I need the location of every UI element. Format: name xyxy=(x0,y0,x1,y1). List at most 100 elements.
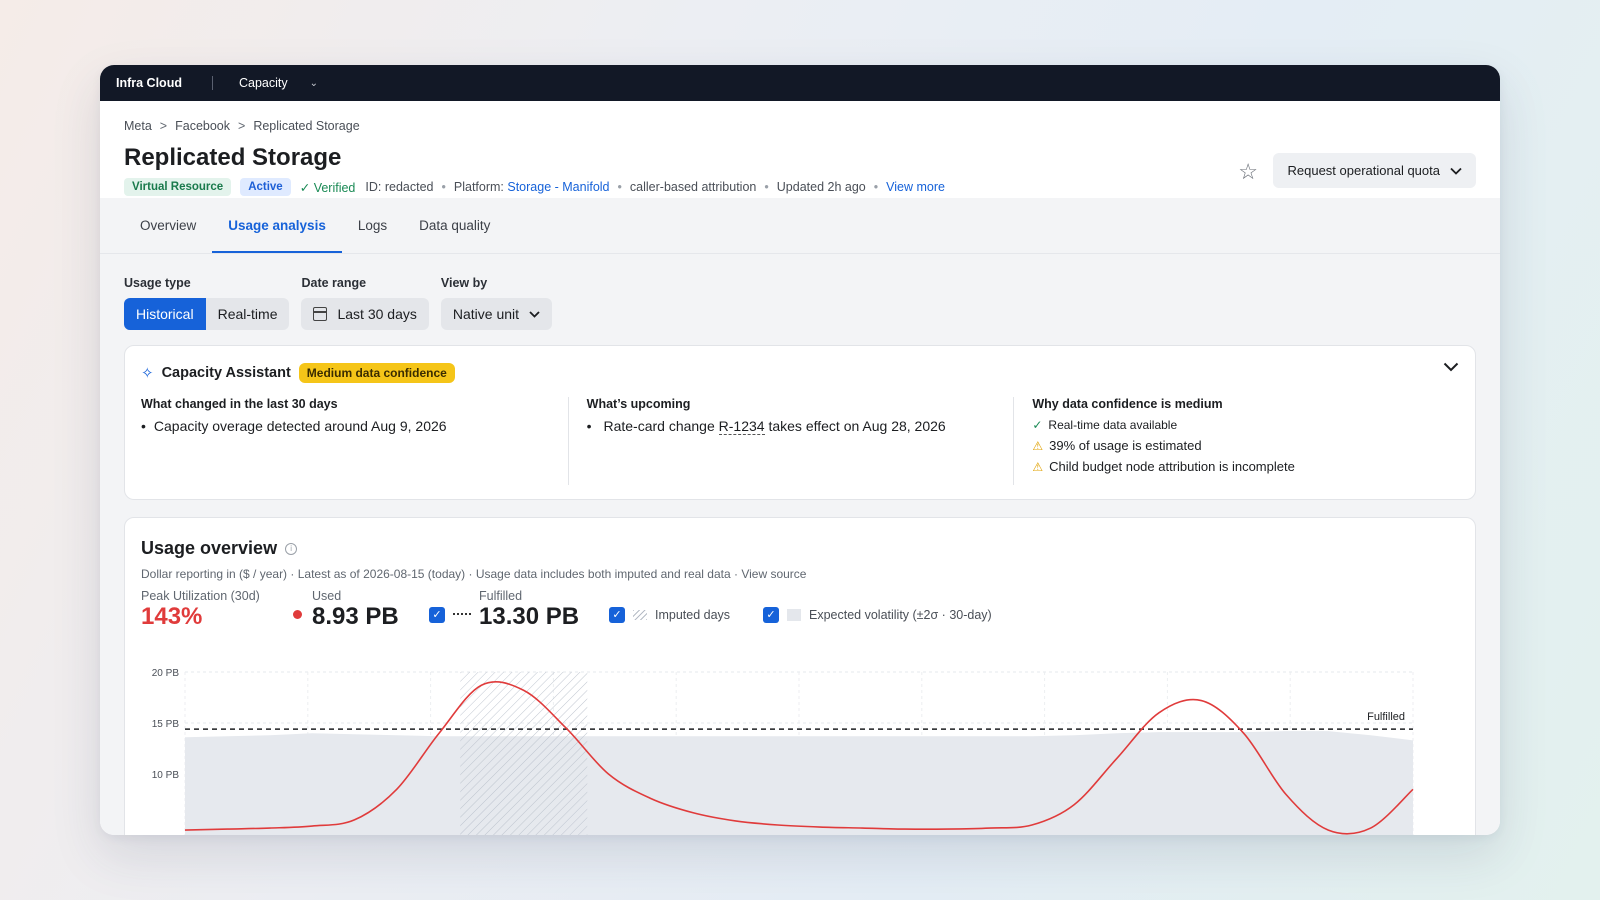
breadcrumb: Meta > Facebook > Replicated Storage xyxy=(124,119,1476,133)
why-title: Why data confidence is medium xyxy=(1032,397,1223,411)
y-tick-label: 15 PB xyxy=(152,719,180,730)
breadcrumb-separator: > xyxy=(238,119,246,133)
app-window: Infra Cloud Capacity ⌄ Meta > Facebook >… xyxy=(100,65,1500,835)
tab-usage-analysis[interactable]: Usage analysis xyxy=(212,198,342,253)
date-range-control: Date range Last 30 days xyxy=(301,276,429,330)
changed-column: What changed in the last 30 days Capacit… xyxy=(141,397,568,485)
fulfilled-checkbox[interactable]: ✓ xyxy=(429,607,445,623)
meta-separator: • xyxy=(764,180,769,194)
volatility-label: Expected volatility (±2σ · 30-day) xyxy=(809,608,992,622)
usage-stats: Peak Utilization (30d) 143% Used 8.93 PB… xyxy=(125,581,1475,631)
date-range-label: Date range xyxy=(301,276,367,290)
fulfilled-line-label: Fulfilled xyxy=(1367,711,1405,723)
brand-name[interactable]: Infra Cloud xyxy=(116,76,182,90)
verified-status: ✓ Verified xyxy=(300,180,356,195)
breadcrumb-item-current: Replicated Storage xyxy=(253,119,360,133)
view-by-value: Native unit xyxy=(452,306,520,322)
usage-overview-card: Usage overview i Dollar reporting in ($ … xyxy=(124,517,1476,835)
warning-icon: ⚠ xyxy=(1032,459,1044,474)
why-text: 39% of usage is estimated xyxy=(1049,438,1202,453)
view-by-label: View by xyxy=(440,276,488,290)
meta-separator: • xyxy=(617,180,622,194)
usage-overview-subtitle: Dollar reporting in ($ / year) · Latest … xyxy=(141,567,807,581)
view-more-link[interactable]: View more xyxy=(886,180,945,194)
fulfilled-label: Fulfilled xyxy=(479,589,523,603)
upcoming-prefix: Rate-card change xyxy=(603,418,715,434)
usage-overview-title: Usage overview xyxy=(141,538,278,558)
imputed-checkbox[interactable]: ✓ xyxy=(609,607,625,623)
used-stat: Used 8.93 PB xyxy=(293,589,429,631)
section-switcher-label[interactable]: Capacity xyxy=(239,76,288,90)
virtual-resource-badge: Virtual Resource xyxy=(124,178,232,196)
info-icon[interactable]: i xyxy=(285,542,298,555)
why-text: Child budget node attribution is incompl… xyxy=(1049,459,1295,474)
list-item: Capacity overage detected around Aug 9, … xyxy=(141,418,550,434)
resource-id: ID: redacted xyxy=(365,180,434,194)
chevron-down-icon xyxy=(529,310,540,318)
y-tick-label: 10 PB xyxy=(152,770,180,781)
top-nav-bar: Infra Cloud Capacity ⌄ xyxy=(100,65,1500,101)
request-quota-button[interactable]: Request operational quota xyxy=(1273,153,1476,188)
usage-chart-svg: 20 PB 15 PB 10 PB Fulfilled xyxy=(152,668,1414,835)
volatility-checkbox[interactable]: ✓ xyxy=(763,607,779,623)
real-time-option[interactable]: Real-time xyxy=(205,298,290,330)
filter-controls: Usage type Historical Real-time Date ran… xyxy=(100,254,1500,330)
usage-type-toggle: Historical Real-time xyxy=(124,298,290,330)
tab-logs[interactable]: Logs xyxy=(342,198,403,253)
peak-value: 143% xyxy=(141,603,203,630)
y-tick-label: 20 PB xyxy=(152,668,180,679)
view-by-select[interactable]: Native unit xyxy=(440,298,553,330)
usage-type-label: Usage type xyxy=(124,276,191,290)
list-item: Rate-card change R-1234 takes effect on … xyxy=(587,418,996,435)
breadcrumb-separator: > xyxy=(159,119,168,133)
platform-label: Platform: xyxy=(453,180,504,194)
usage-overview-header: Usage overview i xyxy=(125,518,1475,559)
chevron-down-icon xyxy=(1450,167,1462,175)
fulfilled-value: 13.30 PB xyxy=(479,603,580,630)
upcoming-column: What’s upcoming Rate-card change R-1234 … xyxy=(567,397,1014,485)
verified-label: Verified xyxy=(313,180,356,195)
meta-separator: • xyxy=(441,180,446,194)
imputed-legend: ✓ Imputed days xyxy=(609,607,763,623)
assistant-header: ✧ Capacity Assistant Medium data confide… xyxy=(125,346,1475,383)
page-header: Meta > Facebook > Replicated Storage Rep… xyxy=(100,101,1500,198)
updated-timestamp: Updated 2h ago xyxy=(776,180,866,194)
tab-overview[interactable]: Overview xyxy=(124,198,212,253)
capacity-assistant-card: ✧ Capacity Assistant Medium data confide… xyxy=(124,345,1476,500)
sparkle-icon: ✧ xyxy=(141,365,154,382)
chevron-down-icon[interactable] xyxy=(1443,362,1459,372)
assistant-columns: What changed in the last 30 days Capacit… xyxy=(125,397,1475,485)
rate-card-link[interactable]: R-1234 xyxy=(718,418,765,435)
nav-divider xyxy=(211,76,213,90)
list-item: ⚠ Child budget node attribution is incomp… xyxy=(1032,459,1441,474)
changed-title: What changed in the last 30 days xyxy=(141,397,338,411)
breadcrumb-item[interactable]: Meta xyxy=(124,119,152,133)
why-column: Why data confidence is medium ✓ Real-time… xyxy=(1013,397,1459,485)
upcoming-suffix: takes effect on Aug 28, 2026 xyxy=(768,418,946,434)
status-badge: Active xyxy=(240,178,291,196)
fulfilled-line-swatch xyxy=(453,613,471,615)
attribution-text: caller-based attribution xyxy=(629,180,757,194)
tab-data-quality[interactable]: Data quality xyxy=(403,198,506,253)
assistant-title: Capacity Assistant xyxy=(161,365,291,381)
check-icon: ✓ xyxy=(1032,418,1043,432)
used-value: 8.93 PB xyxy=(312,603,399,630)
used-label: Used xyxy=(312,589,342,603)
historical-option[interactable]: Historical xyxy=(124,298,206,330)
upcoming-title: What’s upcoming xyxy=(586,397,691,411)
star-icon[interactable]: ☆ xyxy=(1238,159,1258,185)
imputed-label: Imputed days xyxy=(655,608,731,622)
date-range-picker[interactable]: Last 30 days xyxy=(301,298,429,330)
why-text: Real-time data available xyxy=(1048,418,1178,432)
peak-stat: Peak Utilization (30d) 143% xyxy=(141,589,293,631)
warning-icon: ⚠ xyxy=(1032,438,1044,453)
platform-link[interactable]: Storage - Manifold xyxy=(507,180,609,194)
list-item: ⚠ 39% of usage is estimated xyxy=(1032,438,1441,453)
list-item: ✓ Real-time data available xyxy=(1032,418,1441,432)
chevron-down-icon[interactable]: ⌄ xyxy=(310,78,318,89)
volatility-legend: ✓ Expected volatility (±2σ · 30-day) xyxy=(763,607,992,623)
breadcrumb-item[interactable]: Facebook xyxy=(175,119,230,133)
used-series-dot xyxy=(293,610,302,619)
usage-type-control: Usage type Historical Real-time xyxy=(124,276,290,330)
main-content: Overview Usage analysis Logs Data qualit… xyxy=(100,198,1500,835)
